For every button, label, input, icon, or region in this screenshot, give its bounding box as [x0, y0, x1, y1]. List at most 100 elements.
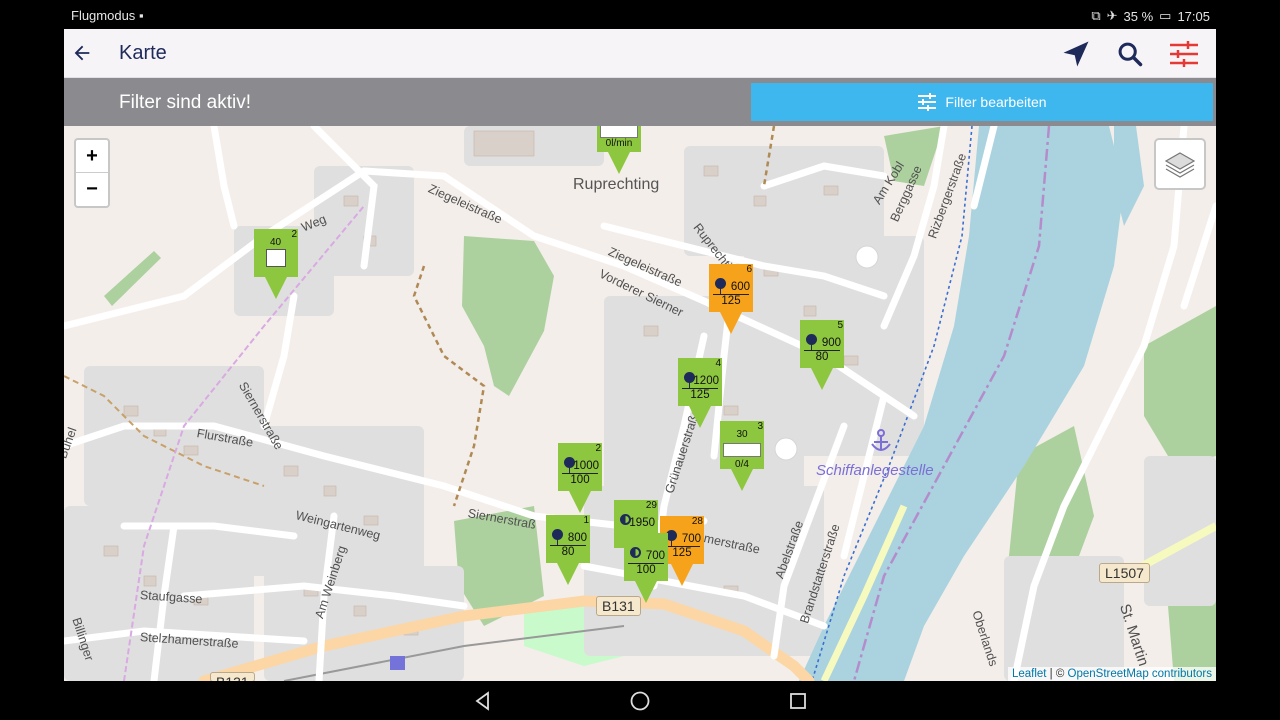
search-icon [1118, 42, 1143, 67]
zoom-in-button[interactable]: + [76, 140, 108, 173]
edit-filter-label: Filter bearbeiten [945, 94, 1047, 110]
sliders-icon [1170, 41, 1198, 67]
airplane-mode-label: Flugmodus [71, 8, 136, 23]
marker-body: 5 900 80 [800, 320, 844, 368]
marker-900[interactable]: 5 900 80 [800, 320, 844, 390]
edit-filter-button[interactable]: Filter bearbeiten [751, 83, 1213, 121]
video-icon: ▪ [138, 8, 144, 23]
marker-count: 28 [691, 516, 703, 527]
marker-value-2: 80 [561, 546, 575, 558]
road-shield-b131-cut: B131 [210, 672, 255, 681]
marker-value-1: 1000 [573, 460, 599, 472]
marker-white-box [266, 249, 286, 267]
marker-tip [635, 581, 657, 603]
battery-icon: ▭ [1159, 8, 1172, 23]
layers-button[interactable] [1154, 138, 1206, 190]
marker-tip [811, 368, 833, 390]
marker-value-2: 80 [815, 351, 829, 363]
marker-1000[interactable]: 2 1000 100 [558, 443, 602, 513]
marker-body: 4 1200 125 [678, 358, 722, 406]
android-nav-bar [0, 681, 1280, 720]
filter-active-text: Filter sind aktiv! [119, 92, 251, 113]
marker-value-2: 125 [721, 295, 741, 307]
layers-icon [1164, 152, 1196, 178]
back-button[interactable] [66, 37, 98, 69]
marker-value-1: 30 [736, 429, 748, 440]
marker-600[interactable]: 6 600 125 [709, 264, 753, 334]
tune-icon [918, 93, 937, 111]
flow-bar [600, 126, 638, 138]
marker-tip [569, 491, 591, 513]
back-arrow-icon [74, 45, 90, 61]
status-bar: Flugmodus ▪ ⧉ ✈ 35 % ▭ 17:05 [64, 0, 1216, 30]
filter-settings-button[interactable] [1167, 37, 1201, 71]
osm-link[interactable]: OpenStreetMap contributors [1068, 668, 1212, 680]
marker-body: 700 100 [624, 533, 668, 581]
marker-value-1: 1950 [629, 517, 655, 529]
marker-tip [265, 277, 287, 299]
zoom-out-button[interactable]: − [76, 173, 108, 206]
marker-value-1: 900 [821, 337, 841, 349]
device-frame: Flugmodus ▪ ⧉ ✈ 35 % ▭ 17:05 Karte Filte… [0, 0, 1280, 720]
marker-body: 0l/min [597, 126, 641, 152]
marker-30[interactable]: 3 30 0/4 [720, 421, 764, 491]
nav-recents-button[interactable] [786, 689, 810, 713]
app-window: Karte Filter sind aktiv! Filter bearbeit… [64, 29, 1216, 681]
marker-700-green[interactable]: 700 100 [624, 533, 668, 603]
status-left: Flugmodus ▪ [71, 8, 144, 23]
marker-count: 29 [645, 500, 657, 511]
filter-bar: Filter sind aktiv! Filter bearbeiten [64, 78, 1216, 126]
marker-value-2: 0/4 [735, 459, 749, 470]
map-attribution: Leaflet | © OpenStreetMap contributors [1007, 667, 1216, 681]
zoom-control: + − [74, 138, 110, 208]
flow-bar [723, 443, 761, 457]
battery-percent: 35 % [1123, 8, 1154, 24]
nav-back-button[interactable] [471, 689, 495, 713]
marker-value-1: 1200 [693, 375, 719, 387]
road-shield-l1507: L1507 [1099, 563, 1150, 583]
square-recents-icon [790, 693, 806, 709]
airplane-icon: ✈ [1106, 8, 1118, 23]
marker-800[interactable]: 1 800 80 [546, 515, 590, 585]
marker-body: 1 800 80 [546, 515, 590, 563]
cast-icon: ⧉ [1091, 8, 1101, 23]
marker-value-2: 125 [690, 389, 710, 401]
marker-body: 3 30 0/4 [720, 421, 764, 470]
marker-tip [671, 564, 693, 586]
place-ruprechting: Ruprechting [573, 176, 660, 193]
nav-home-button[interactable] [628, 689, 652, 713]
marker-value: 0l/min [605, 138, 633, 149]
map-view[interactable]: Ruprechting Schiffanlegestelle Ziegeleis… [64, 126, 1216, 681]
search-button[interactable] [1113, 37, 1147, 71]
marker-body: 40 2 [254, 229, 298, 277]
clock: 17:05 [1177, 8, 1210, 24]
marker-count: 2 [291, 229, 297, 240]
marker-value-1: 600 [730, 281, 750, 293]
marker-count: 5 [837, 320, 843, 331]
marker-top[interactable]: 0l/min [597, 126, 641, 174]
marker-tip [557, 563, 579, 585]
marker-1200[interactable]: 4 1200 125 [678, 358, 722, 428]
marker-tip [689, 406, 711, 428]
attribution-separator: | © [1046, 668, 1068, 680]
marker-value-2: 100 [570, 474, 590, 486]
page-title: Karte [119, 42, 167, 64]
app-bar: Karte [64, 29, 1216, 78]
marker-count: 2 [595, 443, 601, 454]
marker-tip [731, 469, 753, 491]
marker-value-2: 100 [636, 564, 656, 576]
marker-count: 6 [746, 264, 752, 275]
locate-button[interactable] [1059, 37, 1093, 71]
leaflet-link[interactable]: Leaflet [1012, 668, 1047, 680]
marker-value-1: 700 [645, 550, 665, 562]
triangle-back-icon [475, 691, 489, 711]
status-right: ⧉ ✈ 35 % ▭ 17:05 [1091, 8, 1210, 24]
marker-count: 4 [715, 358, 721, 369]
marker-weg[interactable]: 40 2 [254, 229, 298, 299]
marker-value-1: 800 [567, 532, 587, 544]
marker-count: 1 [583, 515, 589, 526]
place-schiffanlegestelle: Schiffanlegestelle [816, 462, 934, 479]
circle-home-icon [630, 691, 650, 711]
marker-tip [608, 152, 630, 174]
marker-body: 2 1000 100 [558, 443, 602, 491]
